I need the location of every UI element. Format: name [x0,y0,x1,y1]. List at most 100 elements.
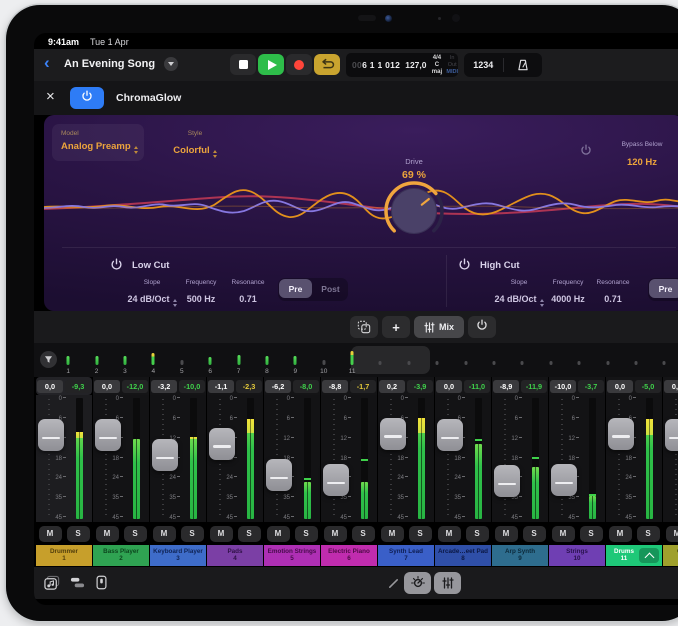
overview-track-slot[interactable] [565,343,593,377]
overview-track-slot[interactable]: 7 [224,343,252,377]
volume-readout[interactable]: -6,2 [265,380,291,393]
track-name-chip[interactable]: Bass Player2 [93,545,149,566]
volume-fader[interactable] [608,418,634,450]
close-icon[interactable]: × [46,88,55,106]
volume-fader[interactable] [38,419,64,451]
post-button[interactable]: Post [314,279,347,298]
overview-track-slot[interactable] [423,343,451,377]
mixer-power-button[interactable] [468,316,496,338]
high-cut-resonance[interactable]: Resonance 0.71 [585,279,641,307]
song-chevron-down-icon[interactable] [164,57,178,71]
overview-track-slot[interactable] [508,343,536,377]
overview-track-slot[interactable] [537,343,565,377]
mute-button[interactable]: M [495,526,518,542]
bypass-power-icon[interactable] [580,143,592,161]
play-button[interactable] [258,54,284,75]
chevron-up-icon[interactable] [639,548,659,563]
channel-strip[interactable]: 061218243545 [606,395,662,522]
pre-button[interactable]: Pre [649,279,678,298]
plugin-window-button[interactable] [96,575,107,595]
overview-track-slot[interactable]: 4 [139,343,167,377]
volume-readout[interactable]: -3,2 [151,380,177,393]
mixer-view-button[interactable] [434,572,461,594]
track-name-chip[interactable]: Chorus V [663,545,678,566]
volume-readout[interactable]: 0,0 [664,380,678,393]
smart-controls-button[interactable] [404,572,431,594]
solo-button[interactable]: S [637,526,660,542]
plugin-power-button[interactable] [70,87,104,109]
volume-readout[interactable]: -10,0 [550,380,576,393]
volume-fader[interactable] [551,464,577,496]
volume-fader[interactable] [95,419,121,451]
tracks-button[interactable] [70,575,85,595]
mix-button[interactable]: Mix [414,316,464,338]
record-button[interactable] [286,54,312,75]
cycle-button[interactable] [314,54,340,75]
duplicate-button[interactable] [350,316,378,338]
solo-button[interactable]: S [466,526,489,542]
overview-track-slot[interactable]: 6 [196,343,224,377]
channel-strip[interactable]: 061218243545 [321,395,377,522]
overview-track-slot[interactable]: 8 [253,343,281,377]
mute-button[interactable]: M [153,526,176,542]
level-control[interactable]: Level 0.0 [666,141,678,170]
overview-track-slot[interactable]: 5 [168,343,196,377]
volume-readout[interactable]: 0,0 [436,380,462,393]
overview-track-slot[interactable]: 1 [54,343,82,377]
overview-track-slot[interactable]: 3 [111,343,139,377]
volume-fader[interactable] [665,419,678,451]
low-cut-power-icon[interactable] [110,258,123,276]
mute-button[interactable]: M [609,526,632,542]
volume-fader[interactable] [266,459,292,491]
overview-track-slot[interactable]: 2 [82,343,110,377]
channel-strip[interactable]: 061218243545 [492,395,548,522]
mute-button[interactable]: M [210,526,233,542]
solo-button[interactable]: S [409,526,432,542]
add-track-button[interactable]: + [382,316,410,338]
channel-strip[interactable]: 061218243545 [435,395,491,522]
solo-button[interactable]: S [295,526,318,542]
high-cut-power-icon[interactable] [458,258,471,276]
channel-strip[interactable]: 061218243545 [150,395,206,522]
overview-track-slot[interactable] [480,343,508,377]
song-title[interactable]: An Evening Song [64,58,155,70]
overview-track-slot[interactable] [622,343,650,377]
track-name-chip[interactable]: Electric Piano6 [321,545,377,566]
mute-button[interactable]: M [267,526,290,542]
track-name-chip[interactable]: Drummer1 [36,545,92,566]
channel-strip[interactable]: 061218243545 [93,395,149,522]
solo-button[interactable]: S [238,526,261,542]
volume-fader[interactable] [152,439,178,471]
drive-knob[interactable] [382,179,446,243]
volume-readout[interactable]: 0,0 [37,380,63,393]
loops-browser-button[interactable] [44,575,61,596]
solo-button[interactable]: S [352,526,375,542]
stop-button[interactable] [230,54,256,75]
solo-button[interactable]: S [67,526,90,542]
track-name-chip[interactable]: Synth Lead7 [378,545,434,566]
volume-readout[interactable]: -1,1 [208,380,234,393]
volume-readout[interactable]: 0,2 [379,380,405,393]
low-cut-resonance[interactable]: Resonance 0.71 [220,279,276,307]
volume-fader[interactable] [380,418,406,450]
channel-strip[interactable]: 061218243545 [264,395,320,522]
track-name-chip[interactable]: Pads4 [207,545,263,566]
channel-strip[interactable]: 061218243545 [378,395,434,522]
volume-readout[interactable]: -8,9 [493,380,519,393]
volume-readout[interactable]: -8,8 [322,380,348,393]
solo-button[interactable]: S [181,526,204,542]
track-name-chip[interactable]: Emotion Strings5 [264,545,320,566]
volume-readout[interactable]: 0,0 [94,380,120,393]
track-name-chip[interactable]: Drums11 [606,545,662,566]
pre-button[interactable]: Pre [279,279,312,298]
track-name-chip[interactable]: Strings10 [549,545,605,566]
volume-fader[interactable] [323,464,349,496]
overview-track-slot[interactable] [451,343,479,377]
volume-readout[interactable]: 0,0 [607,380,633,393]
lcd-display[interactable]: 006 1 1 012 127,0 4/4C maj In OutMIDI [346,53,458,77]
mute-button[interactable]: M [324,526,347,542]
pencil-button[interactable] [387,577,400,595]
track-name-chip[interactable]: Arcade…eet Pad8 [435,545,491,566]
solo-button[interactable]: S [124,526,147,542]
mute-button[interactable]: M [39,526,62,542]
